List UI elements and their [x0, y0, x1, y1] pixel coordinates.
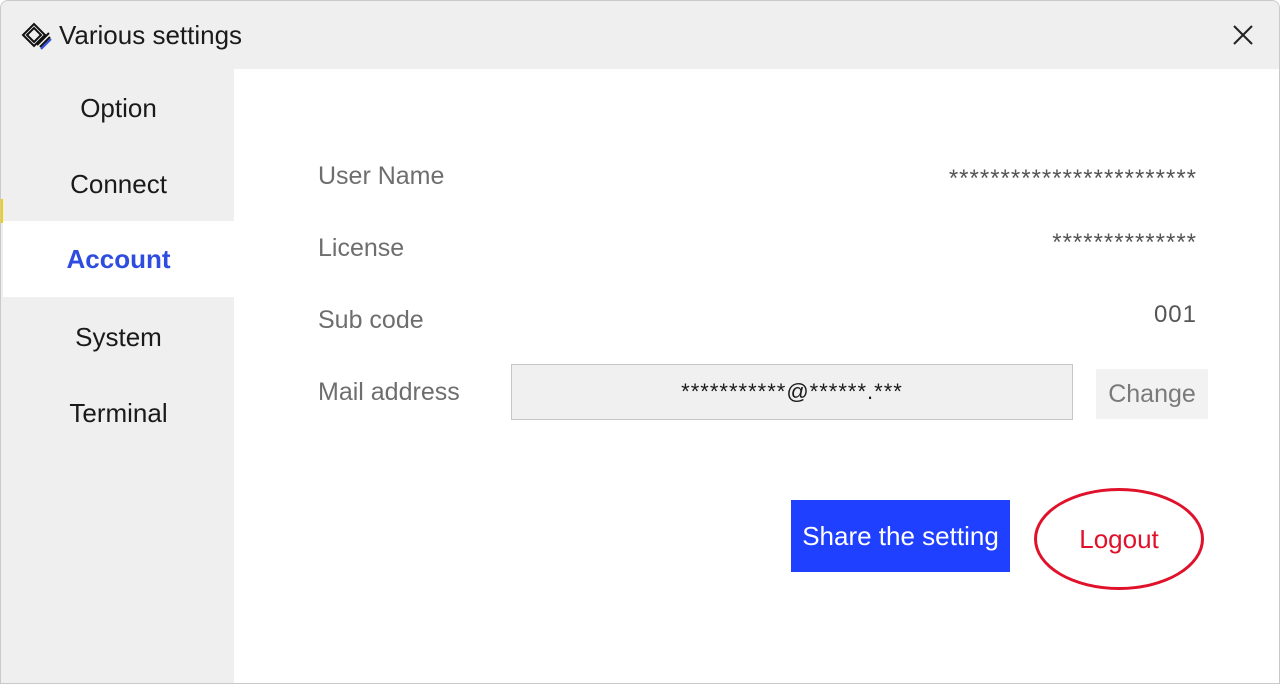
- sidebar-item-connect[interactable]: Connect: [3, 146, 234, 222]
- sidebar-item-label: Option: [80, 92, 157, 123]
- sidebar-item-system[interactable]: System: [3, 299, 234, 375]
- sub-code-label: Sub code: [318, 306, 424, 334]
- close-icon[interactable]: [1232, 24, 1254, 51]
- user-name-value: ************************: [948, 165, 1197, 192]
- window-title: Various settings: [59, 20, 243, 50]
- change-button-label: Change: [1108, 379, 1196, 408]
- share-button-label: Share the setting: [802, 520, 999, 551]
- close-button[interactable]: [1221, 15, 1265, 59]
- sub-code-value: 001: [1153, 301, 1197, 328]
- app-logo-icon: [19, 21, 53, 51]
- license-value: **************: [1052, 229, 1197, 256]
- license-label: License: [318, 234, 405, 262]
- change-mail-button[interactable]: Change: [1096, 369, 1208, 419]
- share-setting-button[interactable]: Share the setting: [791, 500, 1010, 572]
- logout-button-label: Logout: [1079, 523, 1159, 554]
- user-name-label: User Name: [318, 162, 445, 190]
- sidebar-item-label: System: [75, 321, 162, 352]
- sidebar-item-label: Account: [66, 243, 171, 274]
- sidebar-item-label: Terminal: [69, 397, 168, 428]
- mail-address-value: ***********@******.***: [681, 379, 903, 404]
- account-panel: User Name ************************ Licen…: [234, 69, 1279, 683]
- sidebar-item-option[interactable]: Option: [3, 70, 234, 146]
- sidebar-item-account[interactable]: Account: [3, 221, 234, 297]
- settings-window: Various settings Option Connect Account …: [0, 0, 1280, 684]
- title-bar: Various settings: [1, 1, 1279, 69]
- sidebar-item-label: Connect: [70, 168, 167, 199]
- mail-address-label: Mail address: [318, 378, 460, 406]
- sidebar-item-terminal[interactable]: Terminal: [3, 375, 234, 451]
- mail-address-field[interactable]: ***********@******.***: [511, 364, 1073, 420]
- settings-sidebar: Option Connect Account System Terminal: [3, 69, 234, 683]
- logout-button[interactable]: Logout: [1034, 488, 1204, 590]
